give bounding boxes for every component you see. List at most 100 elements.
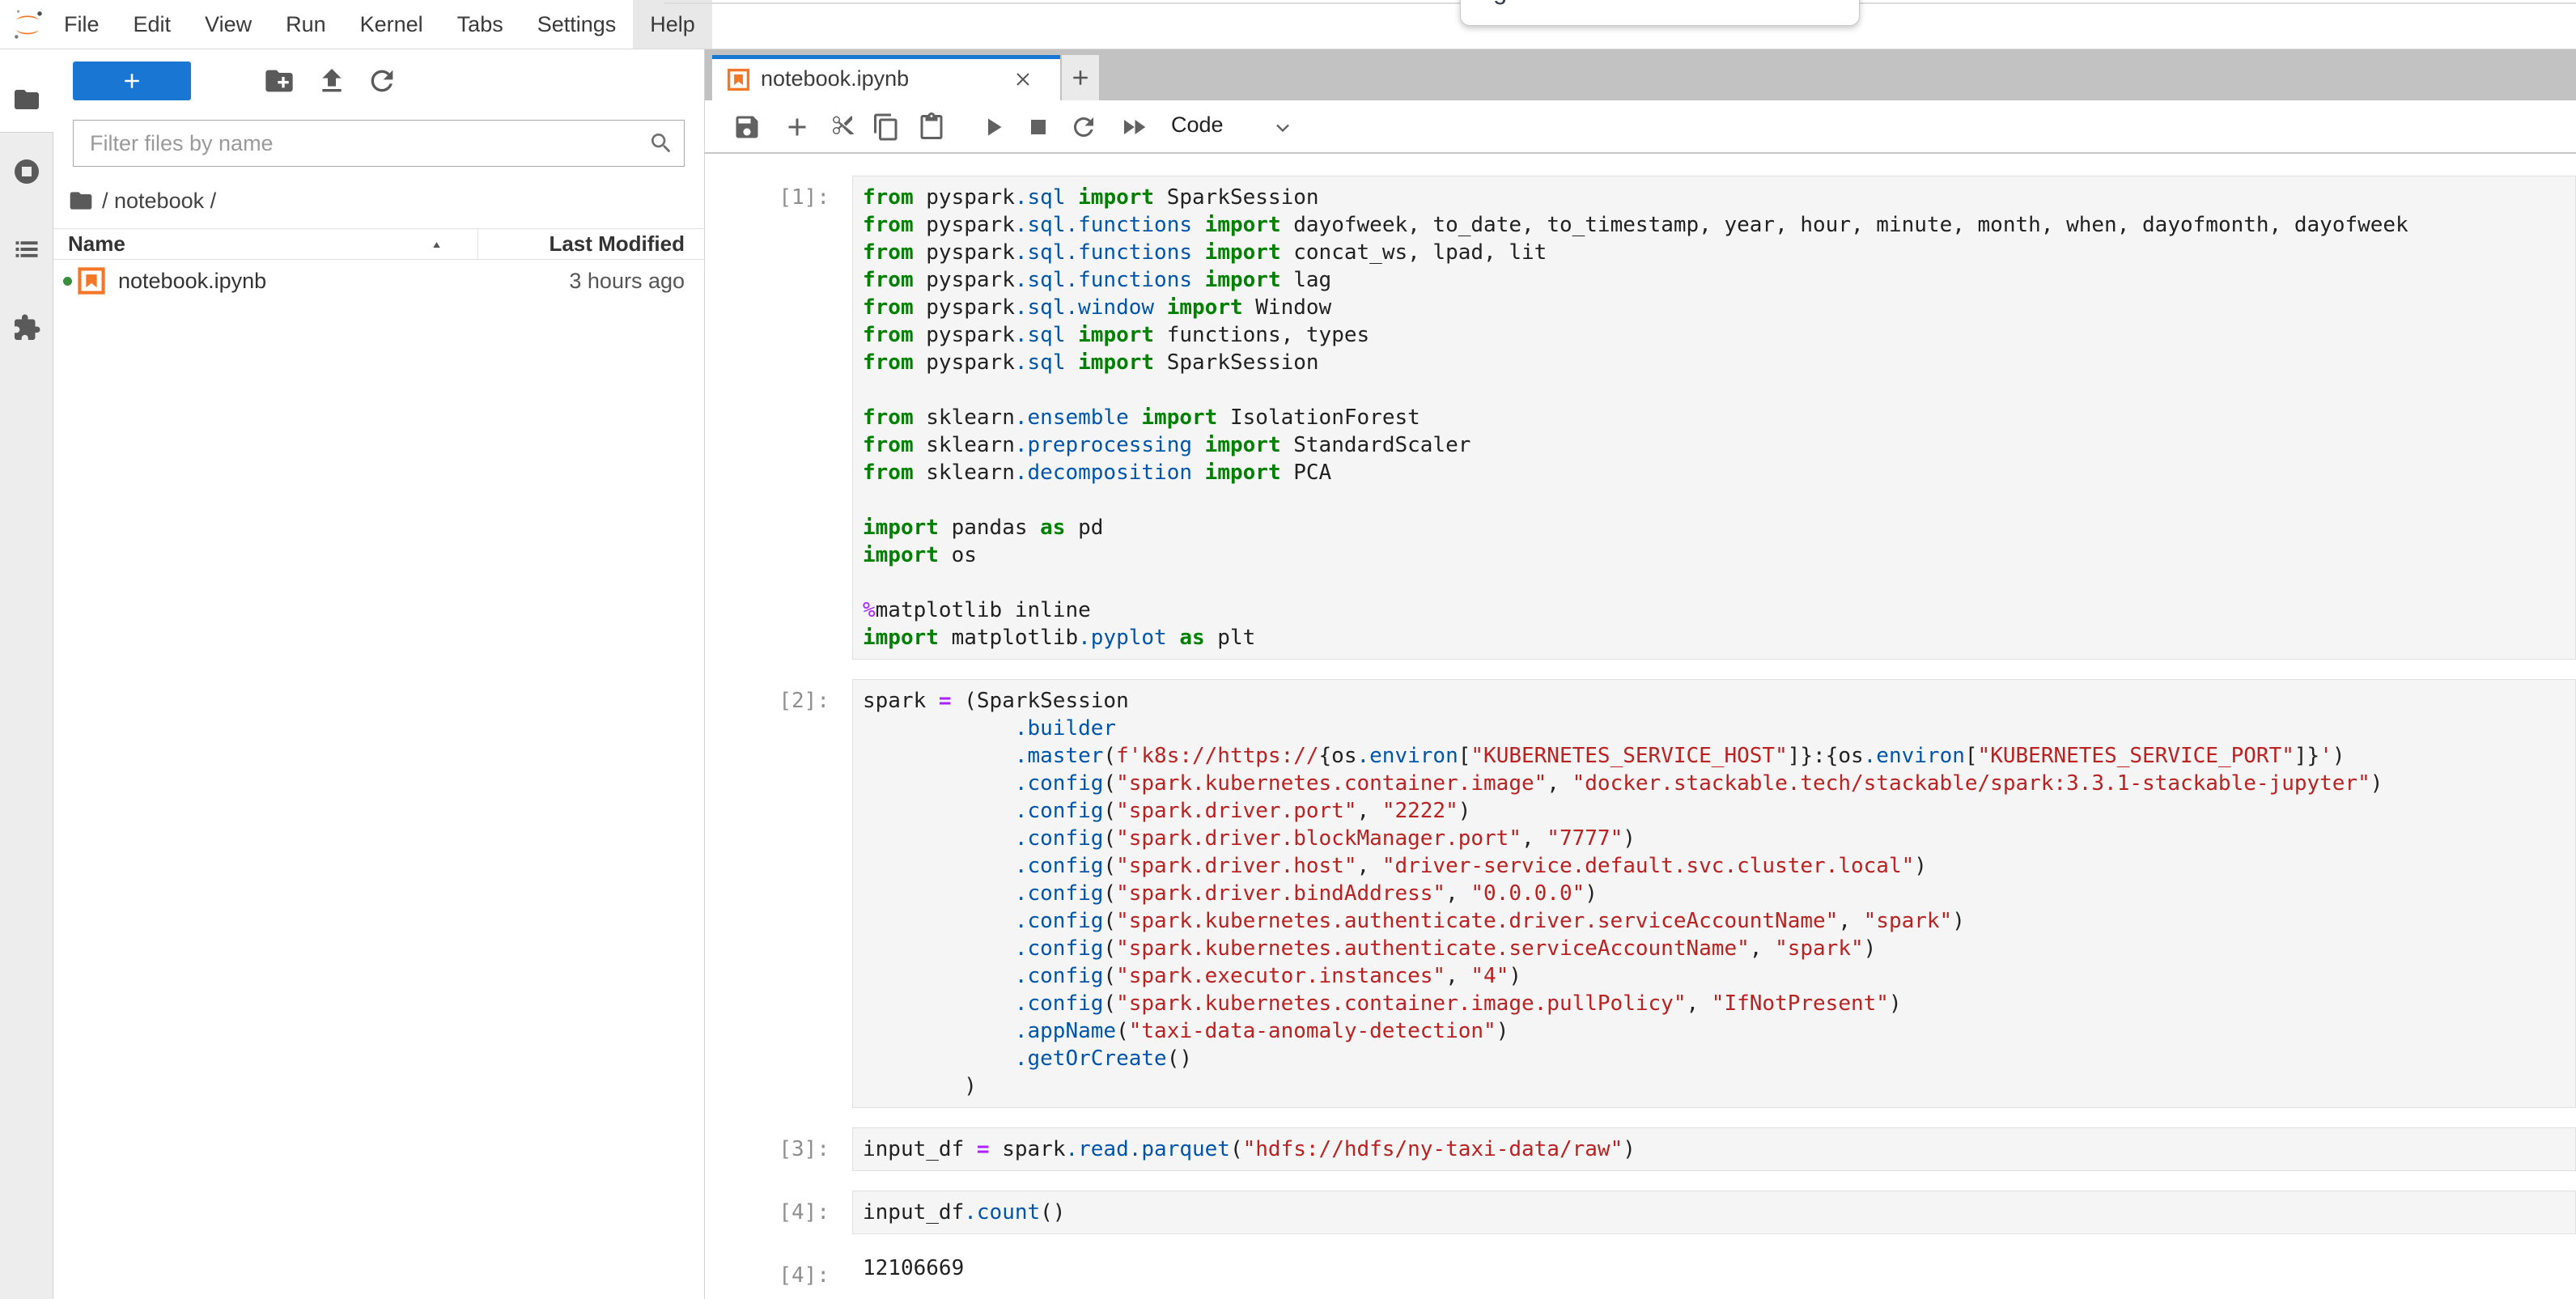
tab-notebook-ipynb[interactable]: notebook.ipynb <box>712 55 1060 100</box>
file-name: notebook.ipynb <box>118 269 266 294</box>
menu-items: FileEditViewRunKernelTabsSettingsHelp <box>47 0 712 49</box>
new-tab-button[interactable] <box>1062 55 1099 100</box>
input-prompt: [3]: <box>705 1127 852 1171</box>
code-line: .config("spark.executor.instances", "4") <box>863 962 2569 990</box>
code-line: .config("spark.driver.host", "driver-ser… <box>863 852 2569 880</box>
sidebar-tab-table-of-contents[interactable] <box>12 235 41 264</box>
code-line: from sklearn.decomposition import PCA <box>863 459 2569 486</box>
code-line: import matplotlib.pyplot as plt <box>863 624 2569 652</box>
code-line <box>863 569 2569 596</box>
cell-editor[interactable]: input_df = spark.read.parquet("hdfs://hd… <box>852 1127 2576 1171</box>
code-line: from pyspark.sql import SparkSession <box>863 349 2569 376</box>
notebook-file-icon <box>726 67 751 92</box>
menu-item-file[interactable]: File <box>47 0 117 49</box>
paste-cell-button[interactable] <box>917 112 946 142</box>
menu-item-run[interactable]: Run <box>269 0 343 49</box>
sort-ascending-icon[interactable] <box>430 238 443 252</box>
folder-icon <box>12 85 41 114</box>
copy-cell-button[interactable] <box>872 112 901 142</box>
save-button[interactable] <box>732 112 762 142</box>
input-prompt: [2]: <box>705 679 852 1108</box>
add-cell-button[interactable] <box>783 112 812 142</box>
code-line: from pyspark.sql.window import Window <box>863 294 2569 321</box>
sidebar-tab-running-sessions[interactable] <box>12 157 41 186</box>
code-line: from sklearn.ensemble import IsolationFo… <box>863 404 2569 431</box>
menu-item-edit[interactable]: Edit <box>117 0 189 49</box>
code-line: .config("spark.kubernetes.container.imag… <box>863 770 2569 797</box>
filter-files-input[interactable] <box>74 121 684 166</box>
code-line: spark = (SparkSession <box>863 687 2569 715</box>
cut-cell-button[interactable] <box>828 112 857 142</box>
code-line: .config("spark.kubernetes.authenticate.d… <box>863 907 2569 935</box>
filter-box <box>73 120 685 167</box>
code-line: ) <box>863 1072 2569 1100</box>
home-folder-icon[interactable] <box>68 188 94 214</box>
dock-tab-bar: notebook.ipynb <box>705 49 2576 100</box>
code-cell-1: [1]:from pyspark.sql import SparkSession… <box>705 176 2576 660</box>
column-divider <box>477 229 478 260</box>
close-tab-icon[interactable] <box>1012 68 1034 91</box>
cell-editor[interactable]: from pyspark.sql import SparkSessionfrom… <box>852 176 2576 660</box>
add-icon <box>120 69 144 93</box>
code-line: from pyspark.sql import SparkSession <box>863 184 2569 211</box>
add-icon <box>1068 66 1093 90</box>
stop-kernel-button[interactable] <box>1024 112 1053 142</box>
input-prompt: [4]: <box>705 1191 852 1234</box>
active-tab-stripe <box>712 55 1060 59</box>
code-cell-2: [2]:spark = (SparkSession .builder .mast… <box>705 679 2576 1108</box>
column-header-name[interactable]: Name <box>53 231 125 257</box>
cell-type-dropdown[interactable]: Code <box>1171 112 1224 138</box>
upload-button[interactable] <box>316 65 348 97</box>
code-line: from pyspark.sql.functions import concat… <box>863 239 2569 266</box>
file-row[interactable]: notebook.ipynb 3 hours ago <box>53 260 705 302</box>
cell-editor[interactable]: spark = (SparkSession .builder .master(f… <box>852 679 2576 1108</box>
breadcrumb[interactable]: / notebook / <box>68 182 216 219</box>
code-line: import pandas as pd <box>863 514 2569 541</box>
cell-editor[interactable]: input_df.count() <box>852 1191 2576 1234</box>
file-last-modified: 3 hours ago <box>569 269 685 294</box>
code-line <box>863 376 2569 404</box>
refresh-button[interactable] <box>366 65 398 97</box>
chevron-down-icon[interactable] <box>1271 117 1294 139</box>
run-cell-button[interactable] <box>978 112 1008 142</box>
output-text: 12106669 <box>852 1254 2576 1289</box>
input-prompt: [1]: <box>705 176 852 660</box>
code-line: import os <box>863 541 2569 569</box>
code-line: .config("spark.driver.port", "2222") <box>863 797 2569 825</box>
cell-output: [4]:12106669 <box>705 1254 2576 1289</box>
menu-item-view[interactable]: View <box>188 0 269 49</box>
main-dock-panel: notebook.ipynb Code [1]:from pyspark.sql… <box>705 49 2576 1299</box>
menu-item-kernel[interactable]: Kernel <box>343 0 440 49</box>
menu-item-help[interactable]: Help <box>633 0 712 49</box>
menu-item-settings[interactable]: Settings <box>520 0 634 49</box>
code-cell-3: [3]:input_df = spark.read.parquet("hdfs:… <box>705 1127 2576 1171</box>
new-launcher-button[interactable] <box>73 62 191 100</box>
code-line: .config("spark.driver.bindAddress", "0.0… <box>863 880 2569 907</box>
column-header-last-modified[interactable]: Last Modified <box>549 231 685 257</box>
code-line: from pyspark.sql.functions import lag <box>863 266 2569 294</box>
menu-item-tabs[interactable]: Tabs <box>440 0 520 49</box>
sidebar-tab-extension-manager[interactable] <box>12 313 41 342</box>
code-line: from pyspark.sql.functions import dayofw… <box>863 211 2569 239</box>
code-line: .config("spark.driver.blockManager.port"… <box>863 825 2569 852</box>
left-activity-rail <box>0 49 53 1299</box>
file-listing: notebook.ipynb 3 hours ago <box>53 260 705 302</box>
code-line: .builder <box>863 715 2569 742</box>
jupyter-logo-icon <box>11 7 44 41</box>
code-line <box>863 486 2569 514</box>
file-browser-panel: / notebook / Name Last Modified notebook… <box>53 49 705 1299</box>
code-line: .config("spark.kubernetes.container.imag… <box>863 990 2569 1017</box>
new-folder-button[interactable] <box>263 65 295 97</box>
restart-kernel-button[interactable] <box>1069 112 1098 142</box>
output-prompt: [4]: <box>705 1254 852 1289</box>
code-line: .config("spark.kubernetes.authenticate.s… <box>863 935 2569 962</box>
popup-origin-text: github.com <box>1493 0 1616 6</box>
search-icon <box>648 130 674 156</box>
code-line: from sklearn.preprocessing import Standa… <box>863 431 2569 459</box>
code-cell-4: [4]:input_df.count() <box>705 1191 2576 1234</box>
file-listing-header: Name Last Modified <box>53 228 705 260</box>
browser-origin-popup: github.com <box>1460 0 1860 26</box>
restart-run-all-button[interactable] <box>1119 112 1148 142</box>
sidebar-tab-file-browser[interactable] <box>0 74 53 125</box>
rail-lower-strip <box>0 132 53 1299</box>
